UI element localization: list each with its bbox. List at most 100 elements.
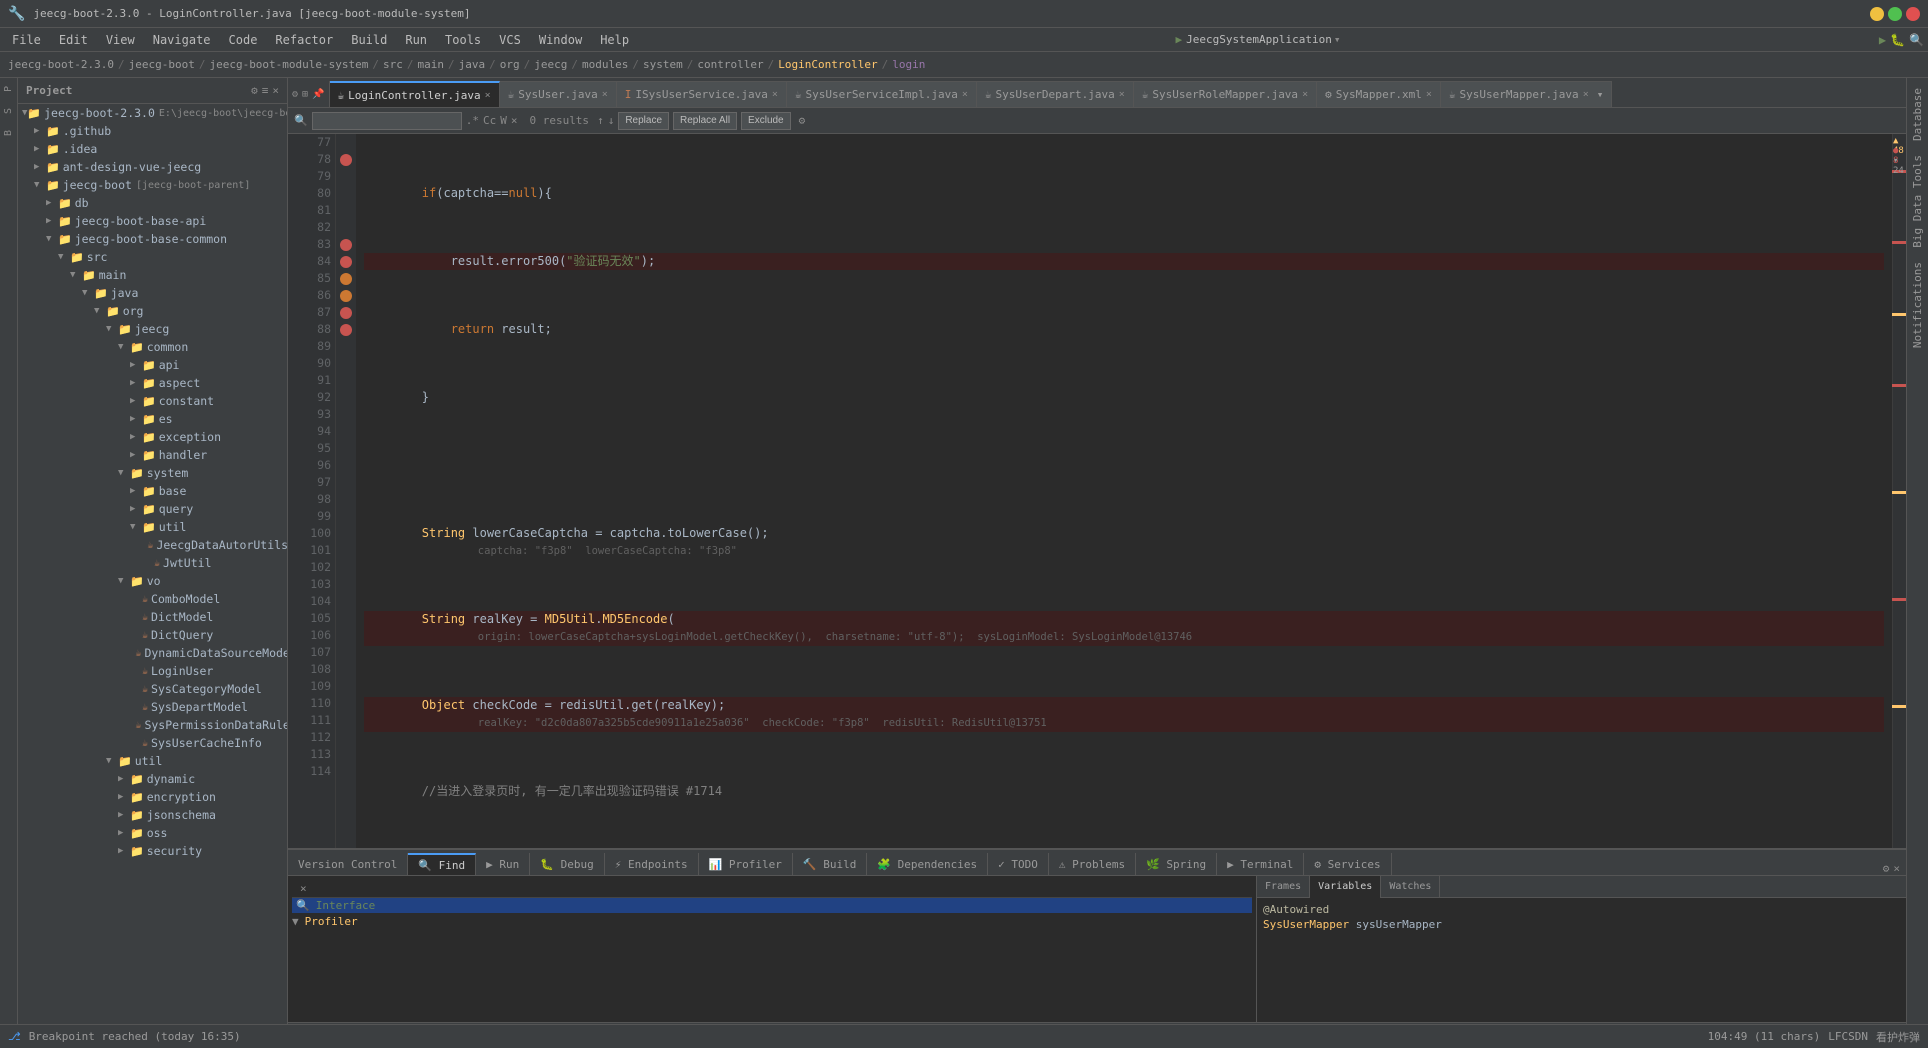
tree-src[interactable]: ▼ 📁 src <box>18 248 287 266</box>
tree-common[interactable]: ▼ 📁 common <box>18 338 287 356</box>
debug-tab-watches[interactable]: Watches <box>1381 876 1440 898</box>
tab-isysuserservice-close[interactable]: × <box>772 89 778 100</box>
tab-build[interactable]: 🔨 Build <box>793 853 867 875</box>
bc-modules[interactable]: modules <box>582 58 628 71</box>
database-tool[interactable]: Database <box>1909 82 1926 147</box>
run-dropdown[interactable]: ▾ <box>1334 33 1341 46</box>
breakpoint-78[interactable] <box>336 151 356 168</box>
tab-sysusermapperjava[interactable]: ☕ SysUserMapper.java × ▾ <box>1441 81 1613 107</box>
sidebar-close-icon[interactable]: × <box>272 84 279 97</box>
breakpoint-103[interactable] <box>336 304 356 321</box>
tab-version-control[interactable]: Version Control <box>288 853 408 875</box>
bigdata-tool[interactable]: Big Data Tools <box>1909 149 1926 254</box>
tab-isysuserservice[interactable]: I ISysUserService.java × <box>617 81 787 107</box>
search-case-icon[interactable]: Cc <box>483 114 496 127</box>
tab-sysmapperxml[interactable]: ⚙ SysMapper.xml × <box>1317 81 1441 107</box>
tree-baseapi[interactable]: ▶ 📁 jeecg-boot-base-api <box>18 212 287 230</box>
tree-dynamic[interactable]: ▶ 📁 dynamic <box>18 770 287 788</box>
tree-encryption[interactable]: ▶ 📁 encryption <box>18 788 287 806</box>
next-result-icon[interactable]: ↓ <box>608 114 615 127</box>
tree-dictmodel[interactable]: ▶ ☕ DictModel <box>18 608 287 626</box>
tree-system[interactable]: ▼ 📁 system <box>18 464 287 482</box>
bc-controller[interactable]: controller <box>697 58 763 71</box>
tree-basecommon[interactable]: ▼ 📁 jeecg-boot-base-common <box>18 230 287 248</box>
tree-main[interactable]: ▼ 📁 main <box>18 266 287 284</box>
tab-sysuser-close[interactable]: × <box>602 89 608 100</box>
code-content[interactable]: if(captcha==null){ result.error500("验证码无… <box>356 134 1892 848</box>
menu-view[interactable]: View <box>98 31 143 49</box>
replace-button[interactable]: Replace <box>618 112 669 130</box>
tree-jeecg[interactable]: ▼ 📁 jeecg <box>18 320 287 338</box>
tree-sysdepartmodel[interactable]: ▶ ☕ SysDepartModel <box>18 698 287 716</box>
menu-help[interactable]: Help <box>592 31 637 49</box>
tab-spring[interactable]: 🌿 Spring <box>1136 853 1217 875</box>
tree-base[interactable]: ▶ 📁 base <box>18 482 287 500</box>
tree-util-system[interactable]: ▼ 📁 util <box>18 518 287 536</box>
tree-syscategorymodel[interactable]: ▶ ☕ SysCategoryModel <box>18 680 287 698</box>
menu-code[interactable]: Code <box>221 31 266 49</box>
breakpoint-87[interactable] <box>336 287 356 304</box>
tree-security[interactable]: ▶ 📁 security <box>18 842 287 860</box>
breakpoint-84[interactable] <box>336 253 356 270</box>
search-close-icon[interactable]: × <box>511 114 518 127</box>
prev-result-icon[interactable]: ↑ <box>597 114 604 127</box>
tab-run[interactable]: ▶ Run <box>476 853 530 875</box>
panel-settings-icon[interactable]: ⚙ <box>1883 862 1890 875</box>
tab-terminal[interactable]: ▶ Terminal <box>1217 853 1304 875</box>
search-everywhere-btn[interactable]: 🔍 <box>1909 33 1924 47</box>
menu-edit[interactable]: Edit <box>51 31 96 49</box>
structure-icon[interactable]: S <box>2 100 15 122</box>
bc-system[interactable]: system <box>643 58 683 71</box>
project-nav-item[interactable]: jeecg-boot-2.3.0 <box>8 58 114 71</box>
tree-jwtutil[interactable]: ▶ ☕ JwtUtil <box>18 554 287 572</box>
sidebar-expand-icon[interactable]: ≡ <box>262 84 269 97</box>
tree-vo[interactable]: ▼ 📁 vo <box>18 572 287 590</box>
tree-es[interactable]: ▶ 📁 es <box>18 410 287 428</box>
tab-settings-icon[interactable]: ⚙ <box>292 89 298 100</box>
run-btn[interactable]: ▶ <box>1879 33 1886 47</box>
tab-sysuserdepart[interactable]: ☕ SysUserDepart.java × <box>977 81 1134 107</box>
tree-org[interactable]: ▼ 📁 org <box>18 302 287 320</box>
tab-split-icon[interactable]: ⊞ <box>302 89 308 100</box>
tab-dependencies[interactable]: 🧩 Dependencies <box>867 853 988 875</box>
menu-vcs[interactable]: VCS <box>491 31 529 49</box>
minimize-button[interactable] <box>1870 7 1884 21</box>
tab-services[interactable]: ⚙ Services <box>1304 853 1391 875</box>
bc-main[interactable]: main <box>418 58 445 71</box>
debug-btn[interactable]: 🐛 <box>1890 33 1905 47</box>
menu-refactor[interactable]: Refactor <box>267 31 341 49</box>
tree-constant[interactable]: ▶ 📁 constant <box>18 392 287 410</box>
tree-idea[interactable]: ▶ 📁 .idea <box>18 140 287 158</box>
tree-sysusercacheinfo[interactable]: ▶ ☕ SysUserCacheInfo <box>18 734 287 752</box>
tree-query[interactable]: ▶ 📁 query <box>18 500 287 518</box>
tree-dictquery[interactable]: ▶ ☕ DictQuery <box>18 626 287 644</box>
tab-sysuser[interactable]: ☕ SysUser.java × <box>500 81 617 107</box>
sidebar-settings-icon[interactable]: ⚙ <box>251 84 258 97</box>
bc-src[interactable]: src <box>383 58 403 71</box>
search-regex-icon[interactable]: .* <box>466 114 479 127</box>
tree-dynamicdatasourcemodel[interactable]: ▶ ☕ DynamicDataSourceModel <box>18 644 287 662</box>
panel-close-icon[interactable]: × <box>1893 862 1900 875</box>
tree-loginuser[interactable]: ▶ ☕ LoginUser <box>18 662 287 680</box>
tab-logincontroller-close[interactable]: × <box>485 90 491 101</box>
tree-antdesign[interactable]: ▶ 📁 ant-design-vue-jeecg <box>18 158 287 176</box>
bc-java[interactable]: java <box>459 58 486 71</box>
tab-sysuserrolemapper-close[interactable]: × <box>1302 89 1308 100</box>
project-icon[interactable]: P <box>2 78 15 100</box>
tree-jeeecgdataautorutils[interactable]: ▶ ☕ JeecgDataAutorUtils <box>18 536 287 554</box>
tab-pin-icon[interactable]: 📌 <box>312 89 324 100</box>
find-item-1[interactable]: 🔍 Interface <box>292 898 1252 913</box>
tab-more-icon[interactable]: ▾ <box>1597 88 1604 101</box>
menu-window[interactable]: Window <box>531 31 590 49</box>
menu-file[interactable]: File <box>4 31 49 49</box>
bc-login[interactable]: login <box>892 58 925 71</box>
maximize-button[interactable] <box>1888 7 1902 21</box>
menu-build[interactable]: Build <box>343 31 395 49</box>
tree-exception[interactable]: ▶ 📁 exception <box>18 428 287 446</box>
notifications-tool[interactable]: Notifications <box>1909 256 1926 354</box>
tree-util-top[interactable]: ▼ 📁 util <box>18 752 287 770</box>
encoding-indicator[interactable]: LFCSDN <box>1828 1030 1868 1043</box>
tab-sysmapperxml-close[interactable]: × <box>1426 89 1432 100</box>
tree-jeecgboot[interactable]: ▼ 📁 jeecg-boot [jeecg-boot-parent] <box>18 176 287 194</box>
breakpoint-86[interactable] <box>336 270 356 287</box>
